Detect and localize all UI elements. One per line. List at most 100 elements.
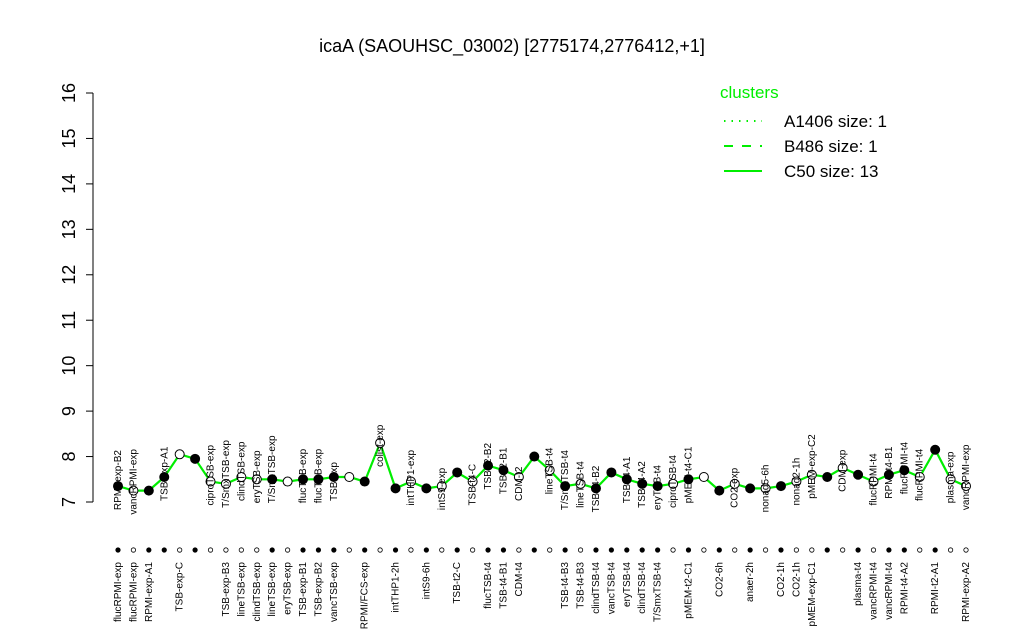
top-label: lineTSB-t4: [576, 461, 587, 508]
data-point: [853, 469, 864, 480]
rug-mark: [146, 547, 152, 553]
rug-mark: [500, 547, 507, 553]
y-tick-label: 9: [59, 406, 79, 416]
bottom-label: eryTSB-t4: [622, 562, 633, 607]
top-label: TSB-t4-A1: [622, 456, 633, 503]
bottom-label: TSB-exp-B2: [313, 562, 324, 617]
data-point: [745, 483, 756, 494]
rug-mark: [177, 547, 183, 553]
top-label: plasma-exp: [946, 451, 957, 503]
rug-mark: [562, 547, 568, 553]
bottom-label: vancTSB-exp: [329, 562, 340, 622]
top-label: pMEM-exp-C2: [807, 434, 818, 499]
bottom-label: RPMI-t2-A1: [930, 562, 941, 615]
top-label: TSB-t4-B2: [591, 465, 602, 512]
rug-mark: [901, 547, 907, 553]
top-label: flucTSB-exp: [313, 448, 324, 503]
bottom-label: T/SmxTSB-t4: [653, 562, 664, 622]
rug-mark: [824, 547, 830, 553]
bottom-label: clindTSB-t4: [637, 562, 648, 614]
top-label: T/SmxTSB-exp: [221, 440, 232, 508]
bottom-label: RPMI-exp-A2: [961, 562, 972, 622]
legend-label-c50: C50 size: 13: [784, 162, 879, 181]
bottom-label: vancRPMI-t4: [868, 562, 879, 620]
legend-label-b486: B486 size: 1: [784, 137, 878, 156]
rug-mark: [408, 547, 414, 553]
chart-background: [0, 0, 1024, 640]
rug-mark: [732, 547, 738, 553]
y-tick-label: 7: [59, 497, 79, 507]
rug-mark: [778, 547, 784, 553]
rug-mark: [192, 547, 198, 553]
rug-mark: [793, 547, 800, 553]
bottom-label: TSB-exp-B1: [298, 562, 309, 617]
rug-mark: [470, 547, 476, 553]
rug-mark: [917, 547, 923, 553]
y-tick-label: 12: [59, 265, 79, 285]
bottom-label: lineTSB-exp: [267, 562, 278, 617]
rug-mark: [932, 547, 938, 553]
rug-mark: [377, 547, 383, 553]
rug-mark: [439, 547, 445, 553]
top-label: lineTSB-t4: [545, 447, 556, 494]
y-tick-label: 8: [59, 452, 79, 462]
top-label: T/SmxTSB-t4: [560, 450, 571, 510]
data-point: [775, 481, 786, 492]
top-label: RPMI-t4-B1: [884, 446, 895, 499]
bottom-label: CO2-1h: [776, 562, 787, 597]
rug-mark: [685, 547, 692, 553]
bottom-label: pMEM-exp-C1: [807, 562, 818, 627]
rug-mark: [624, 547, 630, 553]
bottom-label: TSB-t4-B1: [498, 562, 509, 609]
bottom-label: CO2-6h: [714, 562, 725, 597]
data-point: [606, 467, 617, 478]
bottom-label: vancTSB-t4: [606, 562, 617, 615]
top-label: flucTSB-exp: [298, 448, 309, 503]
y-tick-label: 10: [59, 356, 79, 376]
top-label: flucRPMI-t4: [868, 453, 879, 506]
y-tick-label: 11: [59, 311, 79, 330]
top-label: flucRPMI-t4: [915, 448, 926, 501]
top-label: nonad5-6h: [761, 465, 772, 513]
bottom-label: lineTSB-exp: [236, 562, 247, 617]
y-tick-label: 14: [59, 174, 79, 194]
bottom-label: CO2-1h: [791, 562, 802, 597]
rug-mark: [161, 547, 167, 553]
data-point: [174, 449, 185, 460]
rug-mark: [608, 547, 614, 553]
bottom-label: flucRPMI-exp: [128, 562, 139, 622]
rug-mark: [840, 547, 846, 553]
rug-mark: [346, 547, 352, 553]
rug-mark: [655, 547, 661, 553]
rug-mark: [747, 547, 753, 553]
bottom-label: clindTSB-t4: [591, 562, 602, 614]
top-label: T/SmxTSB-exp: [267, 435, 278, 503]
bottom-label: RPMI-exp-A1: [144, 562, 155, 622]
bottom-label: intTHP1-2h: [391, 562, 402, 613]
rug-mark: [331, 547, 337, 553]
rug-mark: [762, 547, 769, 553]
top-label: vancRPMI-exp: [128, 449, 139, 515]
bottom-label: eryTSB-exp: [283, 562, 294, 615]
top-label: RPMI-exp-B2: [113, 450, 124, 510]
chart-title: icaA (SAOUHSC_03002) [2775174,2776412,+1…: [319, 36, 705, 57]
data-point: [714, 485, 725, 496]
top-label: CDM-t2: [514, 466, 525, 501]
rug-mark: [254, 547, 260, 553]
bottom-label: TSB-t2-C: [452, 562, 463, 604]
rug-mark: [716, 547, 722, 553]
data-point: [344, 472, 355, 483]
rug-mark: [577, 547, 584, 553]
rug-mark: [870, 547, 877, 553]
y-tick-label: 16: [59, 83, 79, 103]
bottom-label: RPMI-t4-A2: [899, 562, 910, 615]
legend-label-a1406: A1406 size: 1: [784, 112, 887, 131]
rug-mark: [886, 547, 892, 553]
bottom-label: flucRPMI-exp: [113, 562, 124, 622]
bottom-label: intS9-6h: [421, 562, 432, 599]
top-label: TSB-exp: [329, 462, 340, 501]
data-point: [421, 483, 432, 494]
data-point: [822, 472, 833, 483]
bottom-label: pMEM-t2-C1: [683, 562, 694, 619]
top-label: ciproTSB-exp: [206, 445, 217, 506]
